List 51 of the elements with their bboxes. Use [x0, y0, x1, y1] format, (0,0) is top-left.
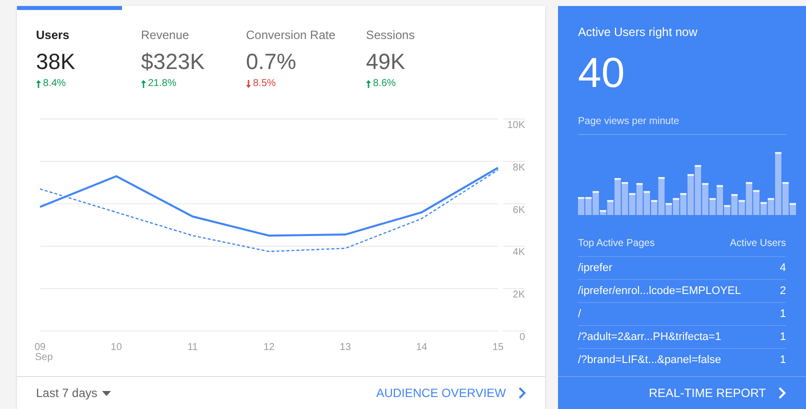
page-user-count: 2: [780, 284, 786, 299]
x-tick-label: 10: [110, 342, 122, 353]
pages-column-header: Top Active Pages: [578, 237, 655, 251]
page-path: /iprefer: [578, 260, 612, 276]
metric-change: 8.5%: [253, 77, 276, 91]
metric-value: 0.7%: [246, 48, 298, 76]
active-user-count: 40: [578, 50, 626, 96]
realtime-report-link[interactable]: REAL-TIME REPORT: [648, 384, 786, 402]
metric-tab[interactable]: Conversion Rate 0.7% 8.5%: [227, 6, 347, 110]
metric-tab[interactable]: Revenue $323K 21.8%: [122, 6, 227, 110]
y-tick-label: 4K: [512, 247, 525, 258]
realtime-title: Active Users right now: [578, 24, 698, 41]
metric-value: 49K: [366, 48, 406, 76]
audience-overview-link[interactable]: AUDIENCE OVERVIEW: [376, 384, 526, 402]
y-tick-label: 10K: [507, 120, 525, 131]
metric-label: Sessions: [366, 27, 416, 44]
metric-value: $323K: [141, 48, 206, 76]
x-tick-label: 14: [416, 342, 428, 353]
metric-label: Revenue: [141, 27, 190, 44]
chevron-right-icon: [778, 387, 786, 399]
page-user-count: 1: [780, 306, 786, 322]
page-path: /: [578, 306, 582, 322]
date-range-dropdown[interactable]: Last 7 days: [36, 384, 112, 402]
y-tick-label: 2K: [512, 290, 525, 301]
metric-tab[interactable]: Users 38K 8.4%: [17, 6, 122, 110]
chevron-right-icon: [518, 387, 526, 399]
page-path: /?adult=2&arr...PH&trifecta=1: [578, 330, 722, 345]
x-tick-label: 11: [187, 342, 198, 353]
page-user-count: 1: [780, 330, 786, 345]
x-tick-label: 09: [34, 342, 46, 353]
metric-change: 8.4%: [43, 77, 66, 91]
metric-label: Conversion Rate: [246, 27, 336, 44]
page-user-count: 4: [780, 260, 786, 276]
pageviews-label: Page views per minute: [578, 114, 786, 135]
x-tick-label: 15: [492, 342, 504, 353]
metric-change: 8.6%: [373, 77, 396, 91]
y-tick-label: 6K: [512, 204, 525, 216]
users-column-header: Active Users: [730, 237, 786, 251]
x-tick-label: 12: [263, 342, 275, 353]
x-month-label: Sep: [35, 352, 53, 363]
x-tick-label: 13: [340, 342, 351, 353]
page-path: /?brand=LIF&t...&panel=false: [578, 353, 722, 368]
page-path: /iprefer/enrol...lcode=EMPLOYEL: [578, 284, 741, 299]
metric-tab[interactable]: Sessions 49K 8.6%: [347, 6, 452, 110]
caret-down-icon: [102, 390, 112, 396]
metric-label: Users: [36, 27, 70, 44]
y-tick-label: 8K: [512, 162, 525, 174]
y-tick-label: 0: [519, 332, 525, 343]
metric-value: 38K: [36, 48, 76, 76]
page-user-count: 1: [780, 353, 786, 368]
metric-change: 21.8%: [148, 77, 176, 91]
